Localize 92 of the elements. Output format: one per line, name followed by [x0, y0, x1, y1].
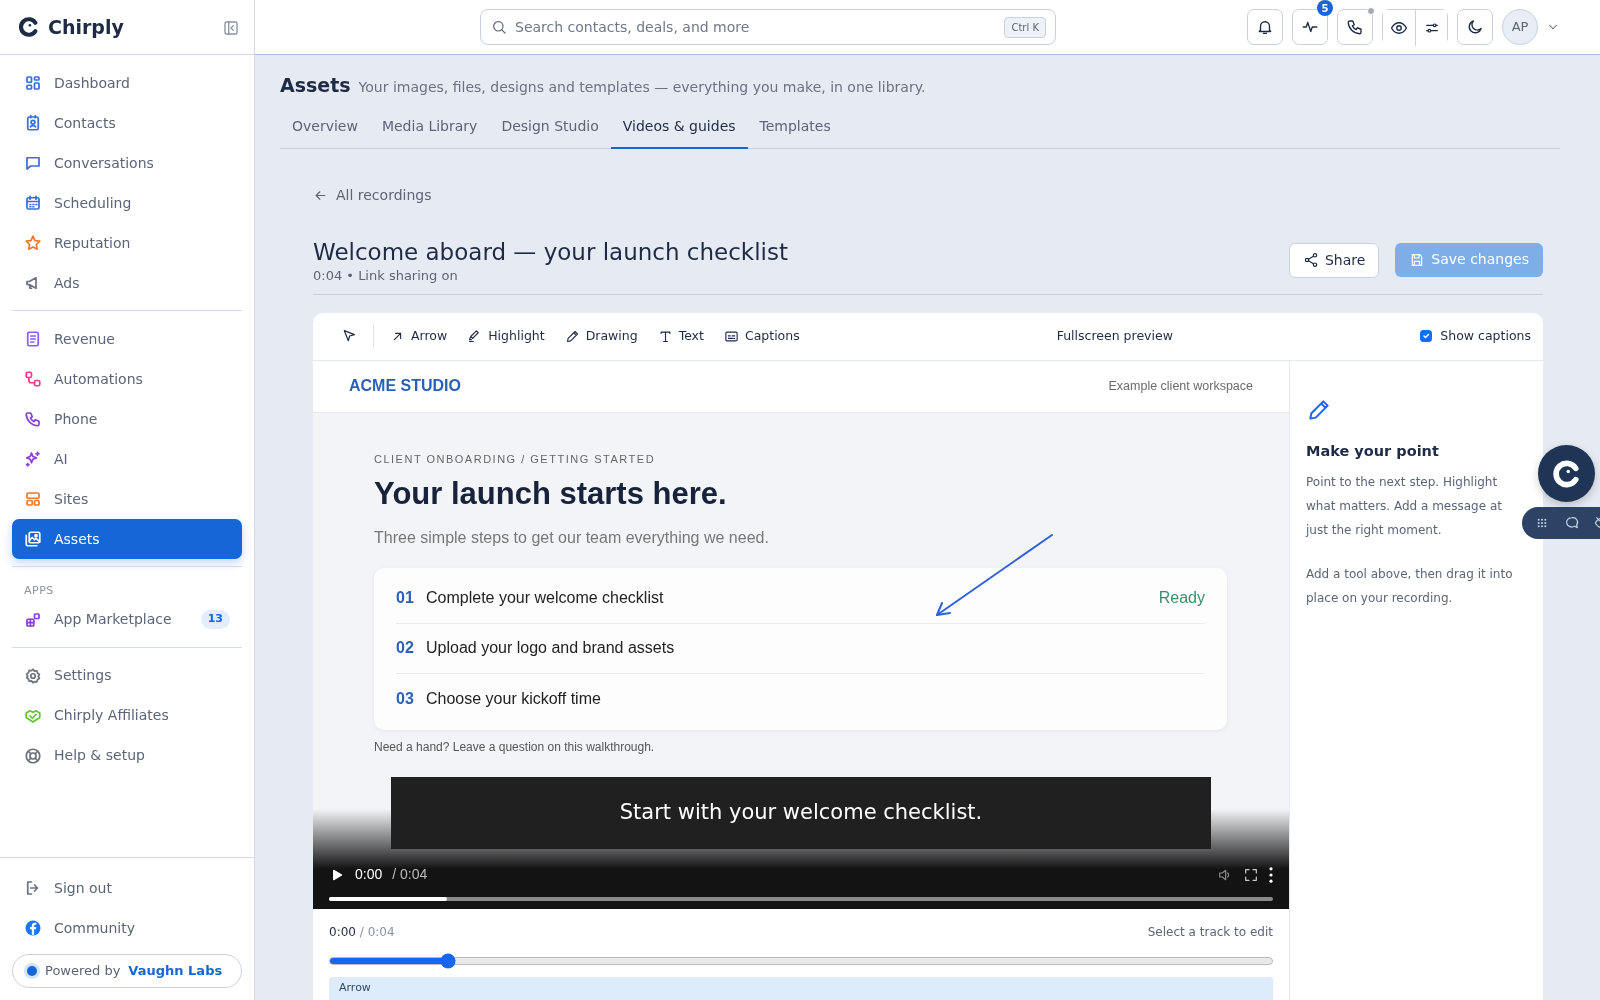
- moon-icon: [1466, 18, 1484, 36]
- page-subtitle: Your images, files, designs and templates — everything you make, in one library.: [358, 78, 926, 97]
- annotation-track[interactable]: Arrow: [329, 976, 1273, 1000]
- track-hint: Select a track to edit: [1147, 923, 1273, 941]
- text-type-icon: [657, 328, 673, 344]
- sidebar-item[interactable]: Community: [12, 908, 242, 948]
- tab[interactable]: Videos & guides: [610, 107, 748, 149]
- step-label: Choose your kickoff time: [426, 688, 601, 709]
- sidebar-item[interactable]: AI: [12, 439, 242, 479]
- step-label: Upload your logo and brand assets: [426, 638, 675, 659]
- recording-title: Welcome aboard — your launch checklist: [313, 238, 788, 267]
- step-number: 03: [396, 688, 415, 709]
- share-icon: [1302, 252, 1319, 269]
- sidebar-item[interactable]: Chirply Affiliates: [12, 695, 242, 736]
- count-badge: 5: [1317, 0, 1333, 16]
- status-dot: [1367, 7, 1375, 15]
- sidebar-item[interactable]: App Marketplace 13: [12, 599, 242, 640]
- sidebar-item[interactable]: Scheduling: [12, 183, 242, 223]
- page-title: Assets: [280, 73, 351, 98]
- tab[interactable]: Overview: [280, 107, 370, 149]
- tool-button[interactable]: Drawing: [554, 322, 648, 350]
- workspace-label: Example client workspace: [1108, 377, 1253, 395]
- sidebar-item[interactable]: Ads: [12, 263, 242, 303]
- notifications-button[interactable]: [1247, 9, 1283, 45]
- duration-time: / 0:04: [359, 924, 395, 939]
- sliders-icon: [1423, 20, 1440, 36]
- sidebar-item[interactable]: Automations: [12, 359, 242, 399]
- sidebar-item[interactable]: Dashboard: [12, 63, 242, 103]
- filters-button[interactable]: [1415, 10, 1447, 46]
- phone-icon: [1346, 18, 1364, 36]
- duration-time: / 0:04: [392, 865, 428, 885]
- show-captions-checkbox[interactable]: [1419, 329, 1433, 343]
- tab[interactable]: Design Studio: [489, 107, 611, 149]
- video-progress-track[interactable]: [329, 896, 1273, 901]
- preview-button[interactable]: [1383, 10, 1415, 46]
- video-lead: Three simple steps to get our team everything we need.: [374, 527, 770, 548]
- tool-button[interactable]: Highlight: [457, 322, 555, 350]
- panel-text: Add a tool above, then drag it into place on your recording.: [1306, 566, 1514, 608]
- panel-title: Make your point: [1306, 441, 1440, 461]
- sidebar-item[interactable]: Settings: [12, 655, 242, 696]
- fullscreen-preview-button[interactable]: Fullscreen preview: [1046, 322, 1183, 350]
- tab[interactable]: Media Library: [369, 107, 490, 149]
- tab[interactable]: Templates: [747, 107, 843, 149]
- section-heading: APPS: [23, 583, 55, 599]
- sidebar-item[interactable]: Assets: [12, 519, 242, 559]
- slider-thumb[interactable]: [440, 953, 456, 969]
- more-icon[interactable]: [1269, 866, 1273, 883]
- caption-text: Start with your welcome checklist.: [391, 776, 1211, 849]
- fullscreen-icon: [1243, 866, 1259, 883]
- logo-icon: [18, 16, 40, 38]
- current-time: 0:00: [329, 924, 356, 939]
- video-heading: Your launch starts here.: [374, 475, 728, 514]
- timeline-track[interactable]: [329, 956, 1273, 965]
- sidebar-item[interactable]: Phone: [12, 399, 242, 439]
- step-status: Ready: [1158, 588, 1205, 609]
- eye-icon: [1390, 19, 1408, 37]
- sidebar-item[interactable]: Sign out: [12, 868, 242, 908]
- panel-toggle-icon: [222, 18, 240, 37]
- chat-bubble-icon: [1564, 515, 1580, 531]
- back-link[interactable]: All recordings: [313, 184, 432, 206]
- brand-name: Chirply: [48, 14, 124, 40]
- user-avatar[interactable]: AP: [1502, 9, 1538, 45]
- sidebar-item[interactable]: Revenue: [12, 319, 242, 359]
- captions-icon: [723, 328, 739, 344]
- step-number: 01: [396, 588, 415, 609]
- sidebar-item[interactable]: Contacts: [12, 103, 242, 143]
- sidebar-item[interactable]: Sites: [12, 479, 242, 519]
- tool-button[interactable]: Arrow: [380, 322, 458, 350]
- breadcrumb-text: CLIENT ONBOARDING / GETTING STARTED: [374, 451, 657, 467]
- share-button[interactable]: Share: [1288, 242, 1380, 278]
- phone-button[interactable]: [1337, 9, 1373, 45]
- tool-button[interactable]: Captions: [713, 322, 810, 350]
- current-time: 0:00: [355, 865, 383, 885]
- sidebar-item[interactable]: Reputation: [12, 223, 242, 263]
- panel-text: Point to the next step. Highlight what matters. Add a message at just the right moment.: [1306, 474, 1503, 540]
- arrow-annotation[interactable]: [936, 533, 1053, 616]
- shortcut-hint: Ctrl K: [1004, 17, 1046, 38]
- help-text: Need a hand? Leave a question on this walkthrough.: [374, 738, 656, 756]
- checkbox-label: Show captions: [1440, 326, 1531, 345]
- tool-button[interactable]: Text: [647, 322, 714, 350]
- video-brand: ACME STUDIO: [349, 376, 461, 397]
- assistant-button[interactable]: [1538, 445, 1595, 502]
- sidebar-item[interactable]: Help & setup: [12, 735, 242, 776]
- bell-icon: [1256, 18, 1274, 36]
- recording-meta: 0:04 • Link sharing on: [313, 267, 459, 286]
- pencil-icon: [564, 328, 580, 344]
- logo-icon: [1551, 458, 1582, 489]
- sidebar-item[interactable]: Conversations: [12, 143, 242, 183]
- count-badge: 13: [200, 610, 230, 629]
- step-number: 02: [396, 638, 415, 659]
- theme-button[interactable]: [1457, 9, 1493, 45]
- step-label: Complete your welcome checklist: [426, 588, 664, 609]
